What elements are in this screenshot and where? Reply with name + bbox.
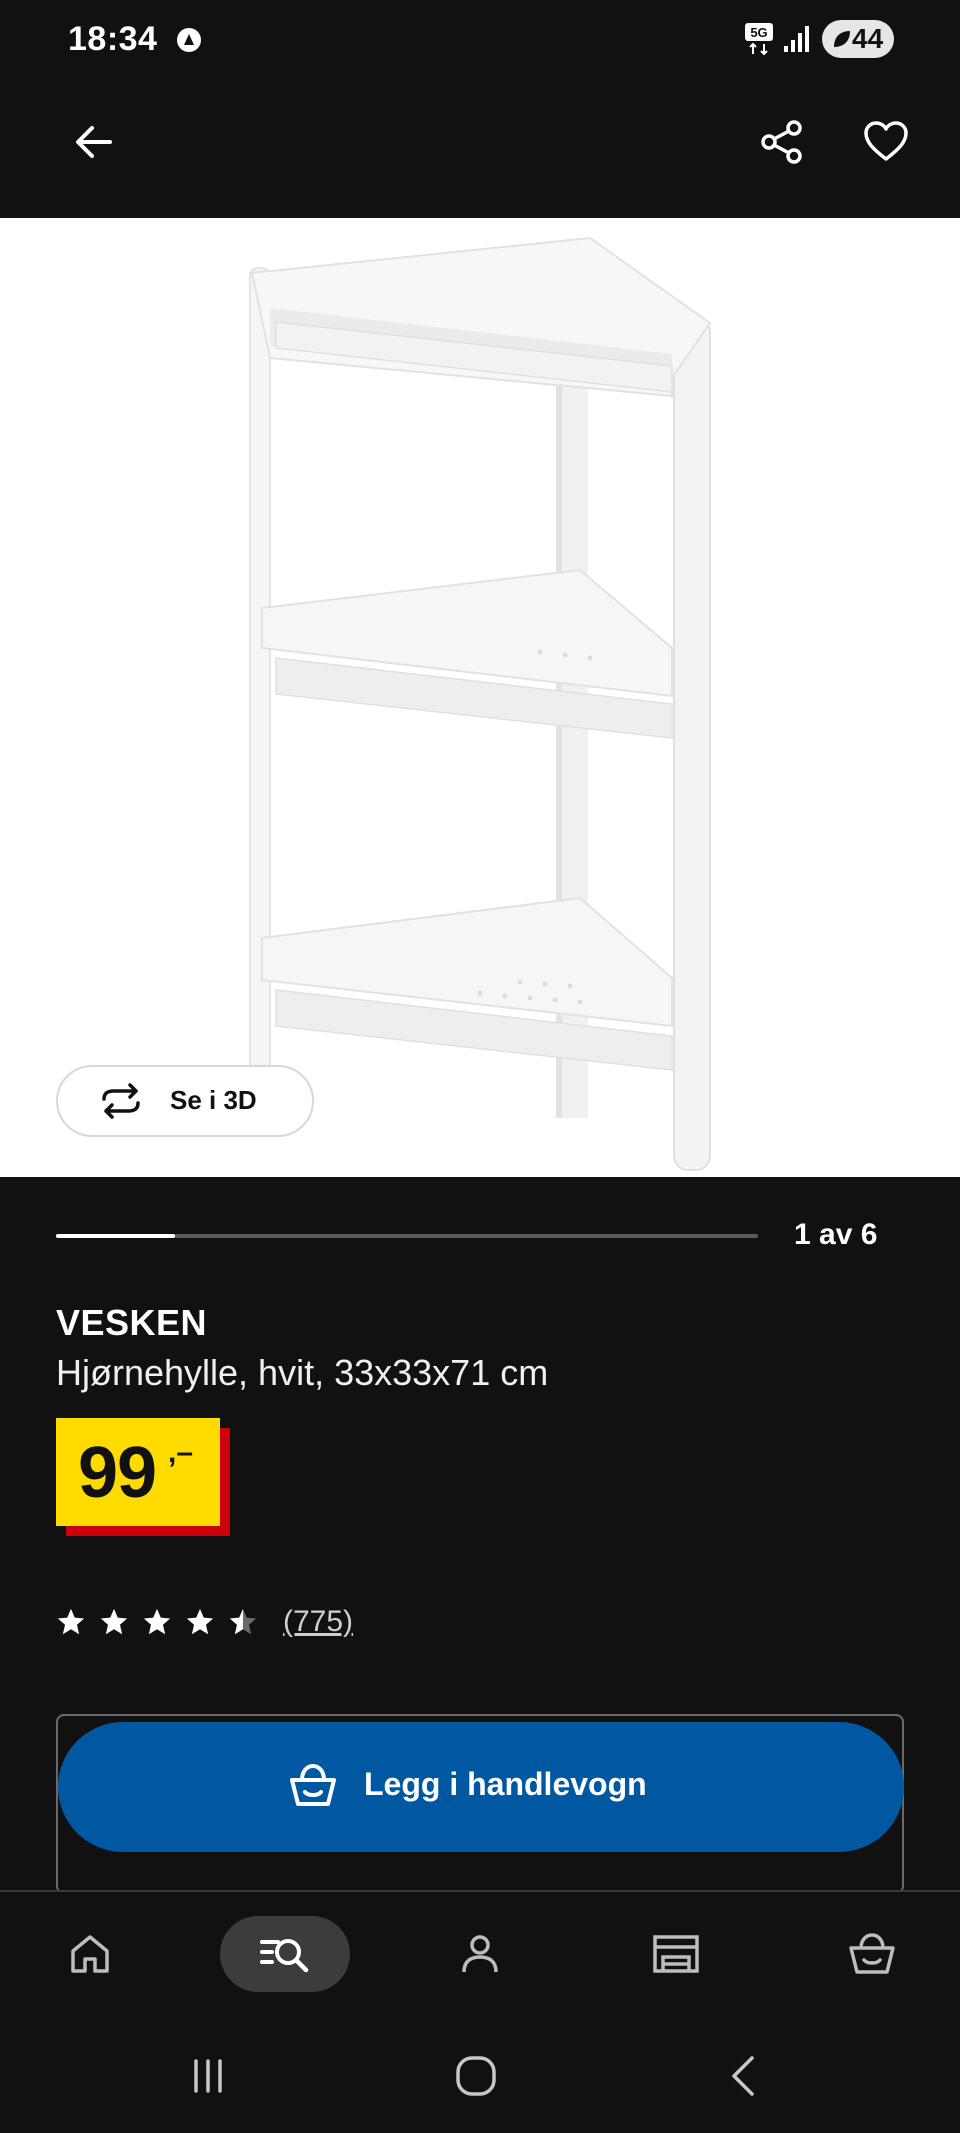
recent-apps-icon (194, 2059, 222, 2093)
carousel-progress-fill (56, 1234, 176, 1238)
carousel-counter: 1 av 6 (794, 1218, 878, 1251)
star-icon (186, 1608, 214, 1635)
favorite-button[interactable] (850, 106, 922, 178)
battery-saver-icon (834, 31, 850, 47)
home-icon (71, 1935, 109, 1973)
shopping-basket-icon (290, 1763, 336, 1806)
top-app-bar (0, 80, 960, 218)
price-tag-face: 99 ,– (56, 1418, 220, 1526)
chevron-left-icon (732, 2056, 754, 2096)
rotate-3d-icon (102, 1083, 140, 1119)
system-navigation-bar (0, 2020, 960, 2133)
back-button[interactable] (58, 106, 130, 178)
signal-icon (784, 26, 809, 52)
star-icon (100, 1608, 128, 1635)
network-5g-icon: 5G (745, 23, 773, 56)
status-bar: 18:34 5G 44 (0, 0, 960, 80)
profile-icon (462, 1935, 498, 1973)
share-button[interactable] (746, 106, 818, 178)
app-notification-icon (177, 28, 201, 52)
carousel-progress (56, 1234, 758, 1238)
arrow-left-icon (76, 126, 112, 158)
cart-icon (849, 1933, 895, 1974)
star-icon (57, 1608, 85, 1635)
price-suffix: ,– (168, 1436, 194, 1469)
product-image-carousel[interactable]: Se i 3D (0, 218, 960, 1177)
nav-search[interactable] (220, 1916, 350, 1992)
battery-indicator: 44 (822, 20, 894, 58)
nav-stores[interactable] (636, 1916, 716, 1992)
bottom-navigation (0, 1890, 960, 2020)
price-value: 99 (78, 1433, 157, 1513)
status-time: 18:34 (68, 20, 158, 58)
search-list-icon (260, 1939, 309, 1973)
svg-text:5G: 5G (750, 25, 767, 40)
view-3d-label: Se i 3D (170, 1085, 257, 1115)
add-to-cart-label: Legg i handlevogn (364, 1766, 647, 1802)
star-icon (143, 1608, 171, 1635)
heart-icon (864, 121, 908, 161)
home-circle-icon (456, 2056, 496, 2096)
price-tag: 99 ,– (56, 1418, 230, 1536)
recent-apps-button[interactable] (178, 2048, 238, 2104)
product-description: Hjørnehylle, hvit, 33x33x71 cm (56, 1352, 549, 1393)
product-name: VESKEN (56, 1302, 208, 1343)
star-half-icon (229, 1608, 257, 1635)
add-to-cart-button[interactable]: Legg i handlevogn (58, 1722, 904, 1852)
product-image (249, 236, 712, 1171)
rating-count-link[interactable]: (775) (283, 1605, 353, 1639)
nav-home[interactable] (50, 1916, 130, 1992)
view-3d-button[interactable]: Se i 3D (56, 1065, 314, 1137)
system-back-button[interactable] (714, 2048, 774, 2104)
share-icon (761, 120, 802, 164)
system-home-button[interactable] (446, 2048, 506, 2104)
nav-profile[interactable] (440, 1916, 520, 1992)
nav-cart[interactable] (832, 1916, 912, 1992)
rating[interactable]: (775) (56, 1602, 353, 1642)
battery-level: 44 (852, 23, 884, 54)
store-icon (653, 1935, 699, 1973)
